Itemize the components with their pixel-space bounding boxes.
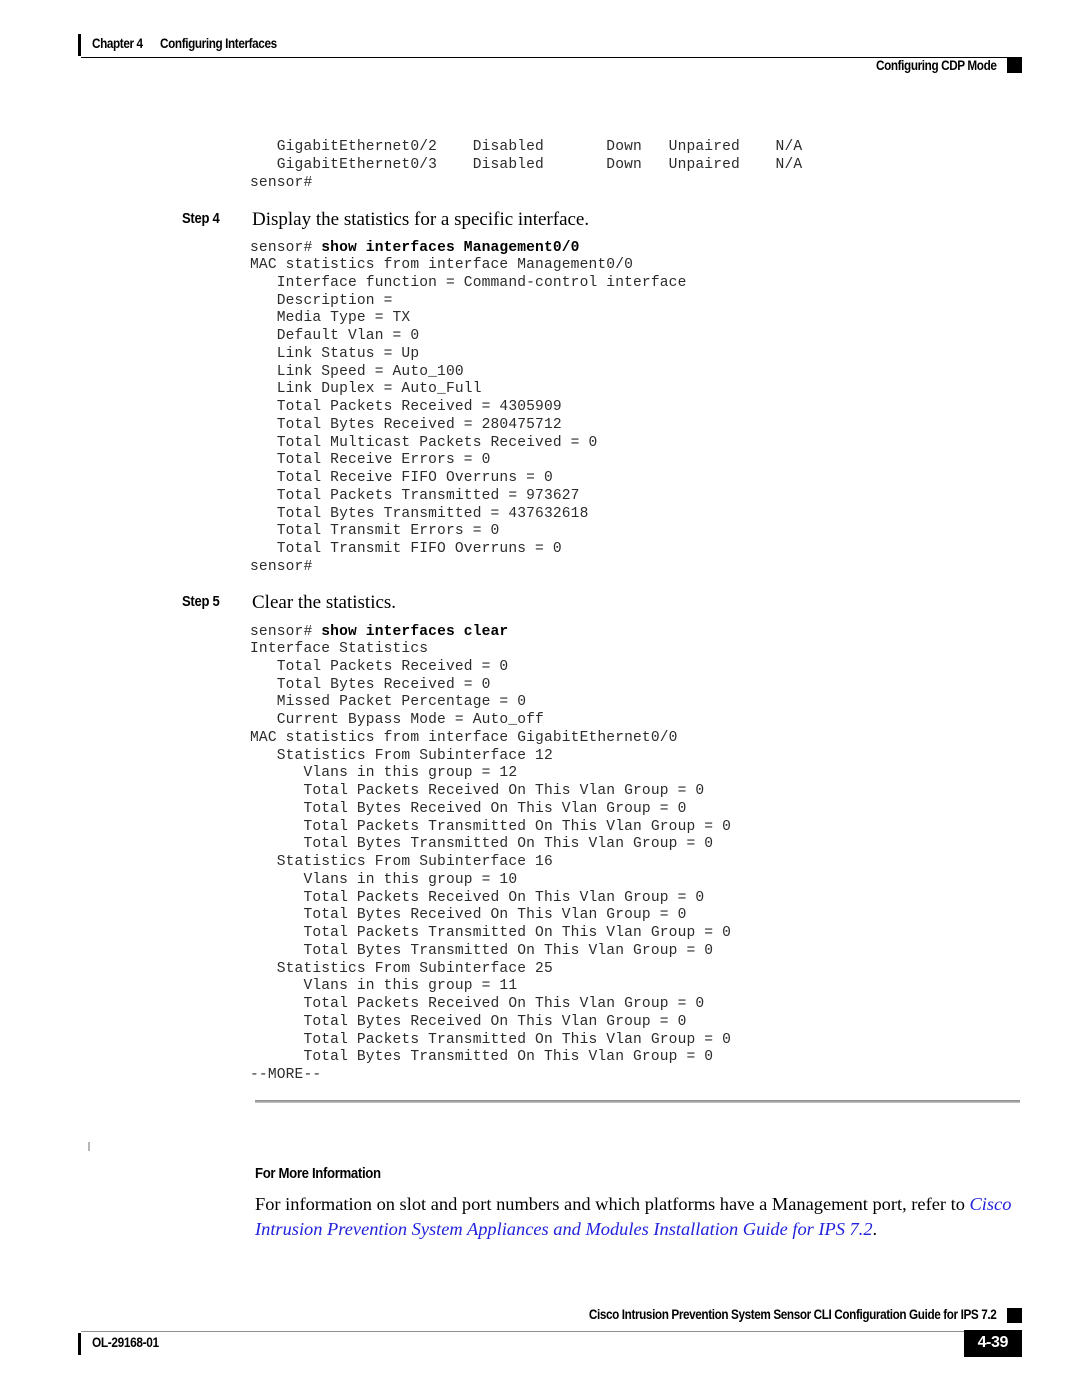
breadcrumb: Chapter 4 Configuring Interfaces xyxy=(92,36,277,51)
step-5-text: Clear the statistics. xyxy=(252,592,397,613)
step-4-text: Display the statistics for a specific in… xyxy=(252,209,590,230)
footer-rule xyxy=(81,1331,1022,1332)
chapter-title: Configuring Interfaces xyxy=(160,36,277,51)
header-square-marker-icon xyxy=(1007,58,1022,73)
page-running-header: Chapter 4 Configuring Interfaces Configur… xyxy=(78,32,1022,78)
margin-change-bar xyxy=(88,1142,90,1151)
cli-output-step-5: Interface Statistics Total Packets Recei… xyxy=(250,641,732,1083)
section-divider xyxy=(255,1100,1020,1103)
cli-prompt: sensor# xyxy=(250,240,322,256)
for-more-information-paragraph: For information on slot and port numbers… xyxy=(255,1192,1025,1242)
cli-command-text: show interfaces clear xyxy=(321,624,509,640)
document-id: OL-29168-01 xyxy=(92,1335,159,1350)
cli-command-text: show interfaces Management0/0 xyxy=(321,240,580,256)
cli-command-step-5: sensor# show interfaces clear xyxy=(250,624,508,642)
step-4-label: Step 4 xyxy=(182,211,220,227)
cli-prompt: sensor# xyxy=(250,624,322,640)
page-number-badge: 4-39 xyxy=(963,1330,1022,1357)
cli-command-step-4: sensor# show interfaces Management0/0 xyxy=(250,240,580,258)
step-5-label: Step 5 xyxy=(182,594,220,610)
fmi-text-after-link: . xyxy=(872,1219,878,1239)
page-running-footer: Cisco Intrusion Prevention System Sensor… xyxy=(78,1307,1022,1367)
footer-left-rule xyxy=(78,1333,81,1355)
running-head-right: Configuring CDP Mode xyxy=(875,58,997,73)
header-left-rule xyxy=(78,34,81,56)
footer-square-marker-icon xyxy=(1007,1308,1022,1323)
guide-title: Cisco Intrusion Prevention System Sensor… xyxy=(588,1307,997,1322)
cli-output-top: GigabitEthernet0/2 Disabled Down Unpaire… xyxy=(250,139,803,191)
cli-output-step-4: MAC statistics from interface Management… xyxy=(250,257,687,575)
for-more-information-heading: For More Information xyxy=(255,1165,381,1182)
fmi-text-before-link: For information on slot and port numbers… xyxy=(255,1194,970,1214)
chapter-number: Chapter 4 xyxy=(92,36,143,51)
